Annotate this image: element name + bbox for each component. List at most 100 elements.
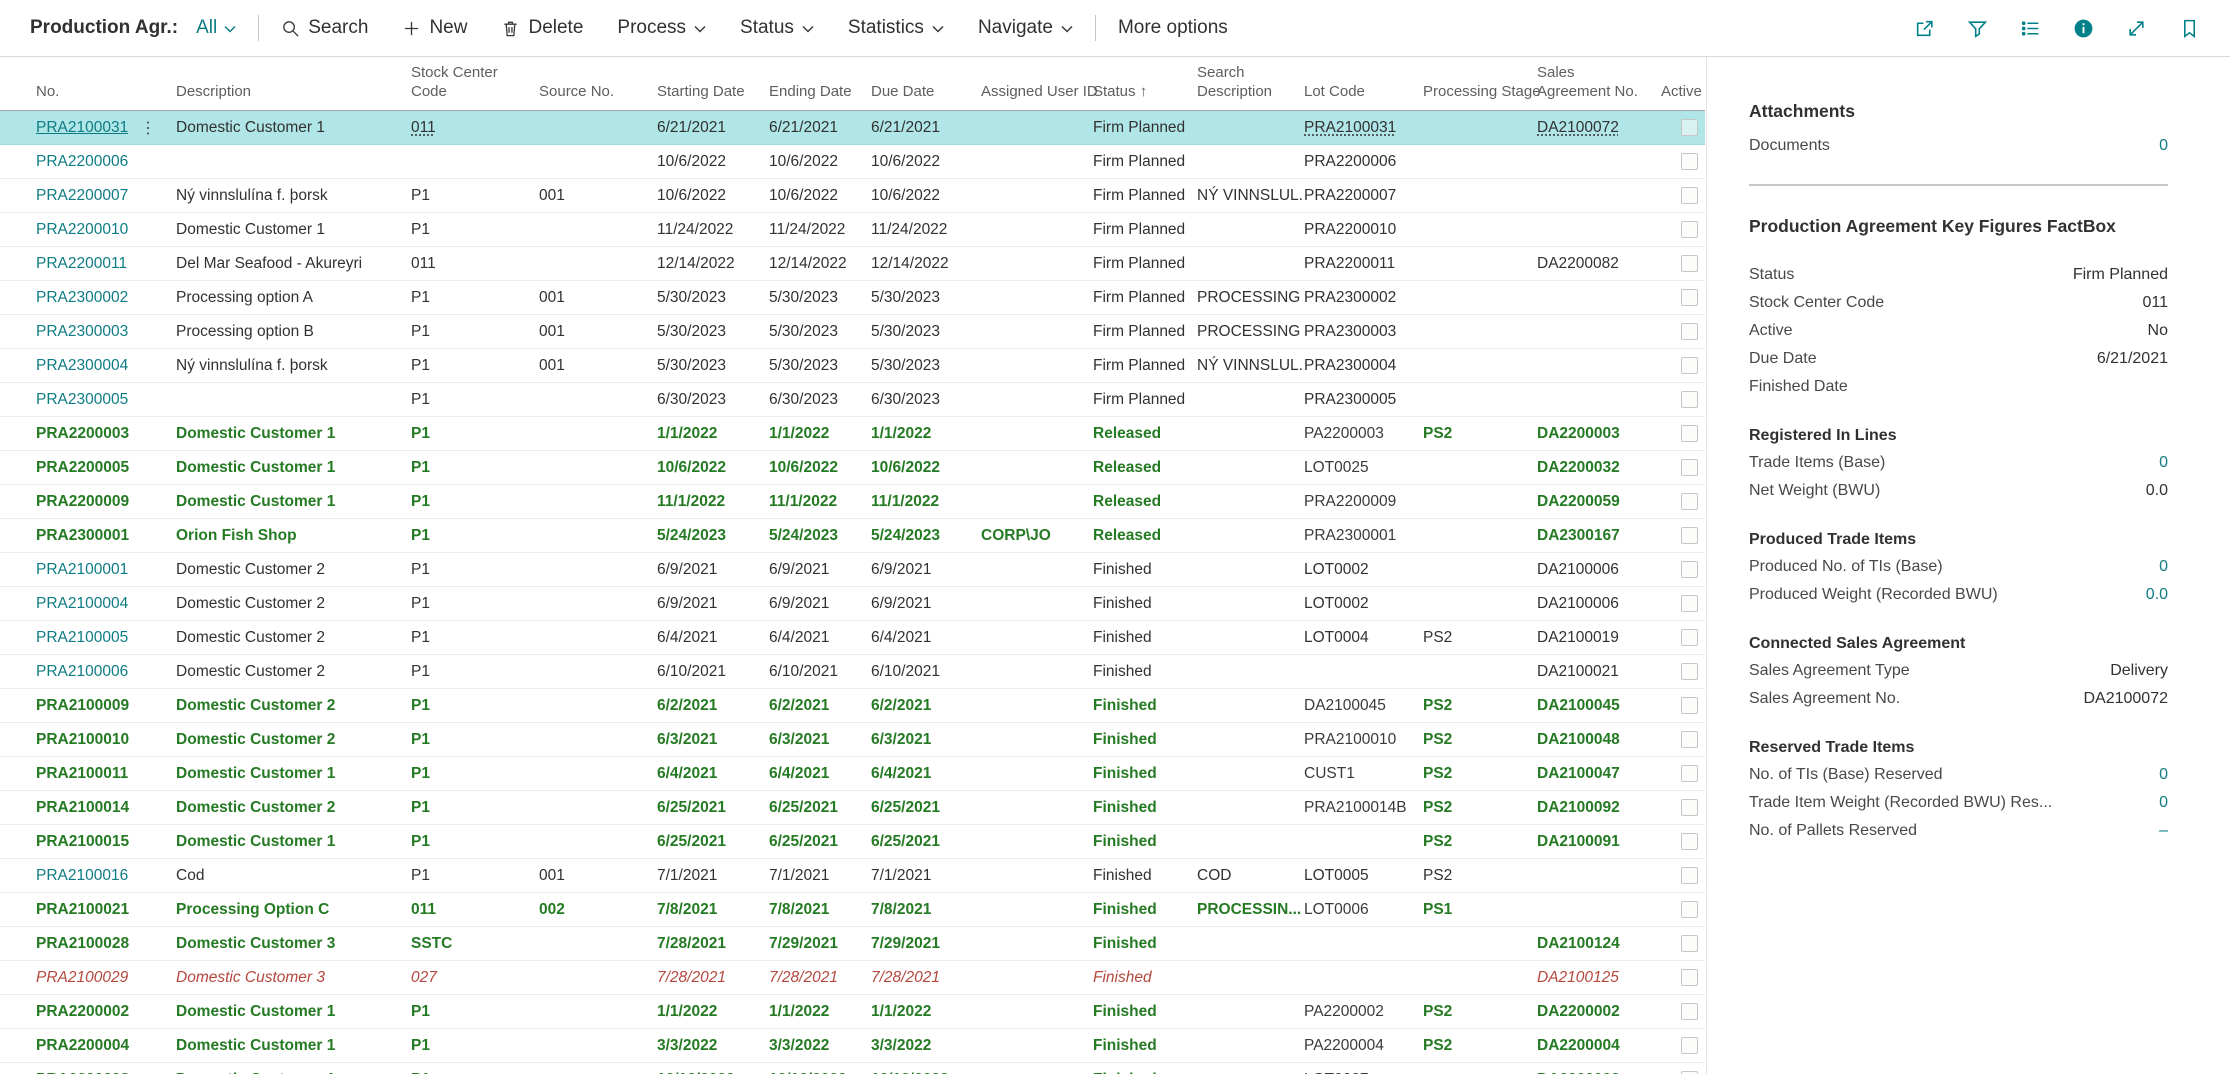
row-no-link[interactable]: PRA2300002 (36, 289, 128, 306)
active-checkbox[interactable] (1681, 799, 1698, 816)
factbox-field-value[interactable]: 0 (2147, 135, 2168, 157)
row-no-link[interactable]: PRA2100010 (36, 731, 129, 748)
active-checkbox[interactable] (1681, 255, 1698, 272)
active-checkbox[interactable] (1681, 629, 1698, 646)
active-checkbox[interactable] (1681, 697, 1698, 714)
column-header-stage[interactable]: Processing Stage (1423, 57, 1537, 111)
status-menu[interactable]: Status (740, 17, 814, 39)
row-no-link[interactable]: PRA2200010 (36, 221, 128, 238)
row-no-link[interactable]: PRA2100014 (36, 799, 129, 816)
factbox-field-value[interactable]: – (2147, 820, 2168, 842)
row-no-link[interactable]: PRA2100015 (36, 833, 129, 850)
row-no-link[interactable]: PRA2100021 (36, 901, 129, 918)
active-checkbox[interactable] (1681, 969, 1698, 986)
column-header-stock[interactable]: Stock Center Code (411, 57, 539, 111)
row-no-link[interactable]: PRA2200002 (36, 1003, 129, 1020)
factbox-field-value[interactable]: 0 (2147, 452, 2168, 474)
table-row[interactable]: PRA2100014⋮Domestic Customer 2P16/25/202… (0, 791, 1705, 825)
navigate-menu[interactable]: Navigate (978, 17, 1073, 39)
more-options-button[interactable]: More options (1118, 17, 1228, 39)
active-checkbox[interactable] (1681, 153, 1698, 170)
row-no-link[interactable]: PRA2300003 (36, 323, 128, 340)
active-checkbox[interactable] (1681, 289, 1698, 306)
table-row[interactable]: PRA2100028⋮Domestic Customer 3SSTC7/28/2… (0, 927, 1705, 961)
table-row[interactable]: PRA2100009⋮Domestic Customer 2P16/2/2021… (0, 689, 1705, 723)
row-no-link[interactable]: PRA2200003 (36, 425, 129, 442)
active-checkbox[interactable] (1681, 731, 1698, 748)
active-checkbox[interactable] (1681, 391, 1698, 408)
row-no-link[interactable]: PRA2100006 (36, 663, 128, 680)
active-checkbox[interactable] (1681, 561, 1698, 578)
column-header-start[interactable]: Starting Date (657, 57, 769, 111)
row-no-link[interactable]: PRA2100005 (36, 629, 128, 646)
row-no-link[interactable]: PRA2200008 (36, 1071, 129, 1074)
table-row[interactable]: PRA2100021⋮Processing Option C0110027/8/… (0, 893, 1705, 927)
factbox-field-value[interactable]: 0 (2147, 556, 2168, 578)
row-no-link[interactable]: PRA2100028 (36, 935, 129, 952)
row-no-link[interactable]: PRA2200004 (36, 1037, 129, 1054)
active-checkbox[interactable] (1681, 527, 1698, 544)
column-header-desc[interactable]: Description (176, 57, 411, 111)
column-header-lot[interactable]: Lot Code (1304, 57, 1423, 111)
table-row[interactable]: PRA2300003⋮Processing option BP10015/30/… (0, 315, 1705, 349)
row-no-link[interactable]: PRA2100031 (36, 119, 128, 136)
table-row[interactable]: PRA2300004⋮Ný vinnslulína f. þorskP10015… (0, 349, 1705, 383)
active-checkbox[interactable] (1681, 357, 1698, 374)
table-row[interactable]: PRA2200010⋮Domestic Customer 1P111/24/20… (0, 213, 1705, 247)
process-menu[interactable]: Process (617, 17, 706, 39)
active-checkbox[interactable] (1681, 187, 1698, 204)
search-button[interactable]: Search (281, 17, 368, 39)
active-checkbox[interactable] (1681, 595, 1698, 612)
active-checkbox[interactable] (1681, 425, 1698, 442)
active-checkbox[interactable] (1681, 833, 1698, 850)
row-no-link[interactable]: PRA2300004 (36, 357, 128, 374)
table-row[interactable]: PRA2100029⋮Domestic Customer 30277/28/20… (0, 961, 1705, 995)
table-row[interactable]: PRA2300005⋮P16/30/20236/30/20236/30/2023… (0, 383, 1705, 417)
column-header-no[interactable]: No. (0, 57, 140, 111)
bookmark-button[interactable] (2179, 18, 2200, 39)
active-checkbox[interactable] (1681, 901, 1698, 918)
active-checkbox[interactable] (1681, 221, 1698, 238)
active-checkbox[interactable] (1681, 459, 1698, 476)
active-checkbox[interactable] (1681, 1037, 1698, 1054)
statistics-menu[interactable]: Statistics (848, 17, 944, 39)
factbox-field-value[interactable]: 0 (2147, 764, 2168, 786)
new-button[interactable]: New (402, 17, 467, 39)
table-row[interactable]: PRA2200009⋮Domestic Customer 1P111/1/202… (0, 485, 1705, 519)
table-row[interactable]: PRA2100006⋮Domestic Customer 2P16/10/202… (0, 655, 1705, 689)
column-header-end[interactable]: Ending Date (769, 57, 871, 111)
factbox-field-value[interactable]: 0.0 (2134, 584, 2168, 606)
table-row[interactable]: PRA2100011⋮Domestic Customer 1P16/4/2021… (0, 757, 1705, 791)
table-row[interactable]: PRA2200008⋮Domestic Customer 1P110/12/20… (0, 1063, 1705, 1074)
active-checkbox[interactable] (1681, 663, 1698, 680)
column-header-due[interactable]: Due Date (871, 57, 981, 111)
view-filter-dropdown[interactable]: All (196, 17, 236, 39)
table-row[interactable]: PRA2200004⋮Domestic Customer 1P13/3/2022… (0, 1029, 1705, 1063)
active-checkbox[interactable] (1681, 867, 1698, 884)
info-button[interactable] (2073, 18, 2094, 39)
table-row[interactable]: PRA2100005⋮Domestic Customer 2P16/4/2021… (0, 621, 1705, 655)
table-row[interactable]: PRA2100031⋮Domestic Customer 10116/21/20… (0, 111, 1705, 145)
factbox-field-value[interactable]: 0 (2147, 792, 2168, 814)
table-row[interactable]: PRA2200006⋮10/6/202210/6/202210/6/2022Fi… (0, 145, 1705, 179)
table-row[interactable]: PRA2200003⋮Domestic Customer 1P11/1/2022… (0, 417, 1705, 451)
table-row[interactable]: PRA2200005⋮Domestic Customer 1P110/6/202… (0, 451, 1705, 485)
active-checkbox[interactable] (1681, 323, 1698, 340)
row-no-link[interactable]: PRA2100029 (36, 969, 128, 986)
row-no-link[interactable]: PRA2100009 (36, 697, 129, 714)
column-header-source[interactable]: Source No. (539, 57, 657, 111)
active-checkbox[interactable] (1681, 493, 1698, 510)
active-checkbox[interactable] (1681, 119, 1698, 136)
table-row[interactable]: PRA2300002⋮Processing option AP10015/30/… (0, 281, 1705, 315)
table-row[interactable]: PRA2200002⋮Domestic Customer 1P11/1/2022… (0, 995, 1705, 1029)
row-no-link[interactable]: PRA2300001 (36, 527, 129, 544)
row-no-link[interactable]: PRA2200009 (36, 493, 129, 510)
share-button[interactable] (1914, 18, 1935, 39)
row-no-link[interactable]: PRA2100016 (36, 867, 128, 884)
table-row[interactable]: PRA2100004⋮Domestic Customer 2P16/9/2021… (0, 587, 1705, 621)
active-checkbox[interactable] (1681, 765, 1698, 782)
row-no-link[interactable]: PRA2200005 (36, 459, 129, 476)
column-header-search[interactable]: Search Description (1197, 57, 1304, 111)
table-row[interactable]: PRA2200007⋮Ný vinnslulína f. þorskP10011… (0, 179, 1705, 213)
active-checkbox[interactable] (1681, 1003, 1698, 1020)
